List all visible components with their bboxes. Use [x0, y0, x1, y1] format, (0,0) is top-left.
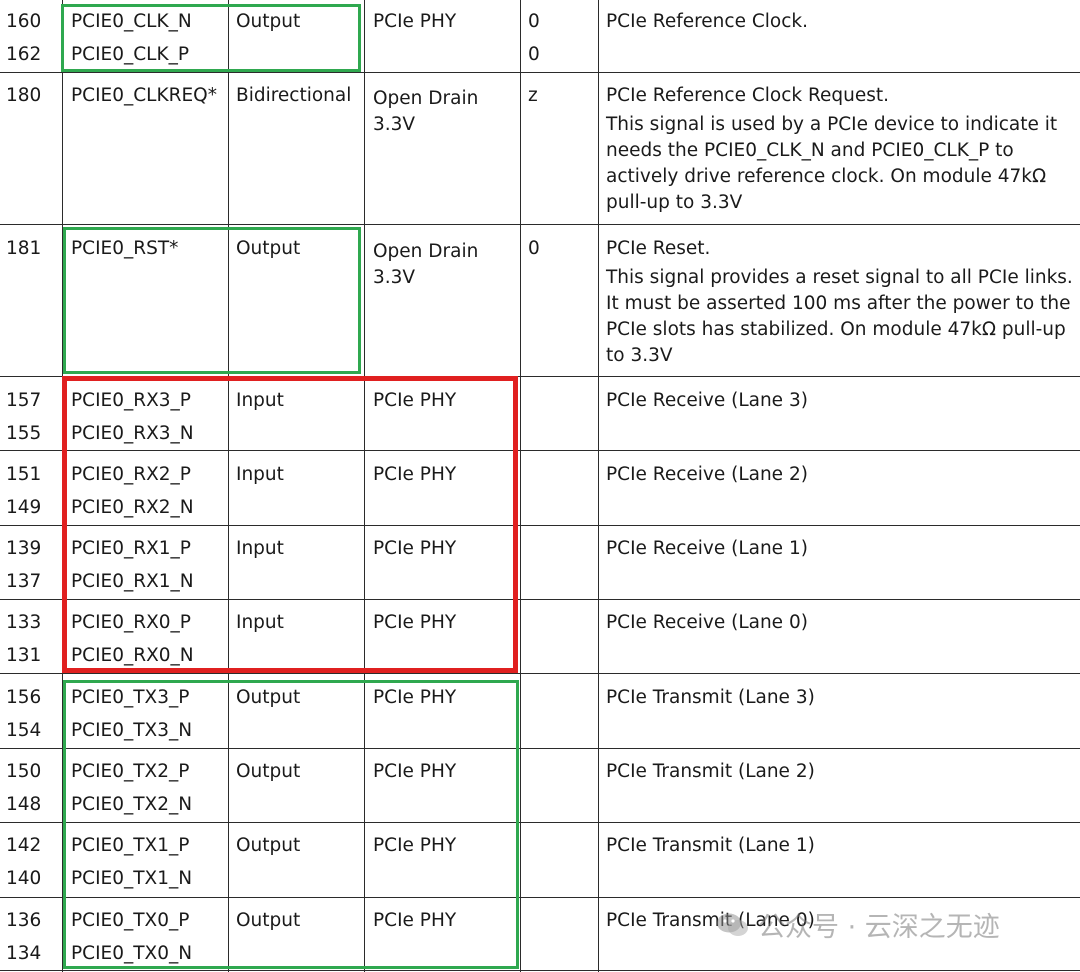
signal-name-cell: PCIE0_RX2_P PCIE0_RX2_N	[71, 464, 194, 518]
description-cell: PCIe Transmit (Lane 2)	[606, 761, 815, 782]
signal-name-cell: PCIE0_CLKREQ*	[71, 85, 217, 106]
row-divider	[0, 822, 1080, 823]
pin-type-cell: Open Drain 3.3V	[373, 88, 479, 135]
direction-cell: Bidirectional	[236, 85, 352, 106]
row-divider	[0, 450, 1080, 451]
row-divider	[0, 970, 1080, 971]
description-cell: PCIe Reference Clock.	[606, 11, 808, 32]
watermark-text: 公众号 · 云深之无迹	[758, 912, 1000, 943]
pin-number-cell: 142 140	[6, 835, 42, 889]
description-cell: PCIe Receive (Lane 3)	[606, 390, 808, 411]
pu-state-cell: 0	[528, 238, 540, 259]
direction-cell: Input	[236, 538, 284, 559]
pin-number-cell: 160 162	[6, 11, 42, 65]
direction-cell: Output	[236, 761, 301, 782]
direction-cell: Output	[236, 11, 301, 32]
row-divider	[0, 897, 1080, 898]
row-divider	[0, 376, 1080, 377]
description-cell: PCIe Transmit (Lane 3)	[606, 687, 815, 708]
pin-type-cell: PCIe PHY	[373, 11, 457, 32]
description-cell: PCIe Receive (Lane 0)	[606, 612, 808, 633]
row-divider	[0, 599, 1080, 600]
pin-number-cell: 133 131	[6, 612, 42, 666]
row-divider	[0, 224, 1080, 225]
direction-cell: Output	[236, 910, 301, 931]
description-cell: PCIe Reference Clock Request. This signa…	[606, 85, 1058, 213]
pin-number-cell: 180	[6, 85, 42, 106]
pu-state-cell: 00	[528, 11, 540, 65]
column-divider	[598, 0, 599, 972]
signal-name-cell: PCIE0_RX1_P PCIE0_RX1_N	[71, 538, 194, 592]
pin-type-cell: PCIe PHY	[373, 390, 457, 411]
direction-cell: Output	[236, 238, 301, 259]
direction-cell: Input	[236, 464, 284, 485]
description-cell: PCIe Receive (Lane 1)	[606, 538, 808, 559]
pin-number-cell: 181	[6, 238, 42, 259]
pin-type-cell: PCIe PHY	[373, 910, 457, 931]
column-divider	[62, 0, 63, 972]
pin-type-cell: PCIe PHY	[373, 687, 457, 708]
pin-number-cell: 136 134	[6, 910, 42, 964]
signal-name-cell: PCIE0_TX2_P PCIE0_TX2_N	[71, 761, 193, 815]
direction-cell: Output	[236, 687, 301, 708]
signal-name-cell: PCIE0_TX1_P PCIE0_TX1_N	[71, 835, 193, 889]
row-divider	[0, 525, 1080, 526]
signal-name-cell: PCIE0_RST*	[71, 238, 179, 259]
pin-number-cell: 157 155	[6, 390, 42, 444]
column-divider	[520, 0, 521, 972]
watermark: 公众号 · 云深之无迹	[716, 905, 1000, 944]
signal-name-cell: PCIE0_RX3_P PCIE0_RX3_N	[71, 390, 194, 444]
direction-cell: Input	[236, 390, 284, 411]
row-divider	[0, 673, 1080, 674]
pin-type-cell: Open Drain 3.3V	[373, 241, 479, 288]
signal-name-cell: PCIE0_TX0_P PCIE0_TX0_N	[71, 910, 193, 964]
signal-name-cell: PCIE0_TX3_P PCIE0_TX3_N	[71, 687, 193, 741]
pin-number-cell: 151 149	[6, 464, 42, 518]
pu-state-cell: z	[528, 85, 538, 106]
pin-type-cell: PCIe PHY	[373, 612, 457, 633]
pin-type-cell: PCIe PHY	[373, 761, 457, 782]
description-cell: PCIe Reset. This signal provides a reset…	[606, 238, 1073, 366]
pin-type-cell: PCIe PHY	[373, 464, 457, 485]
signal-name-cell: PCIE0_RX0_P PCIE0_RX0_N	[71, 612, 194, 666]
pin-number-cell: 139 137	[6, 538, 42, 592]
pin-number-cell: 150 148	[6, 761, 42, 815]
row-divider	[0, 72, 1080, 73]
direction-cell: Input	[236, 612, 284, 633]
pin-type-cell: PCIe PHY	[373, 835, 457, 856]
row-divider	[0, 748, 1080, 749]
pin-type-cell: PCIe PHY	[373, 538, 457, 559]
column-divider	[364, 0, 365, 972]
pinout-table: 160 162 PCIE0_CLK_N PCIE0_CLK_P Output PCI…	[0, 0, 1080, 972]
direction-cell: Output	[236, 835, 301, 856]
pin-number-cell: 156 154	[6, 687, 42, 741]
signal-name-cell: PCIE0_CLK_N PCIE0_CLK_P	[71, 11, 192, 65]
description-cell: PCIe Transmit (Lane 1)	[606, 835, 815, 856]
wechat-icon	[717, 913, 748, 936]
description-cell: PCIe Receive (Lane 2)	[606, 464, 808, 485]
column-divider	[228, 0, 229, 972]
